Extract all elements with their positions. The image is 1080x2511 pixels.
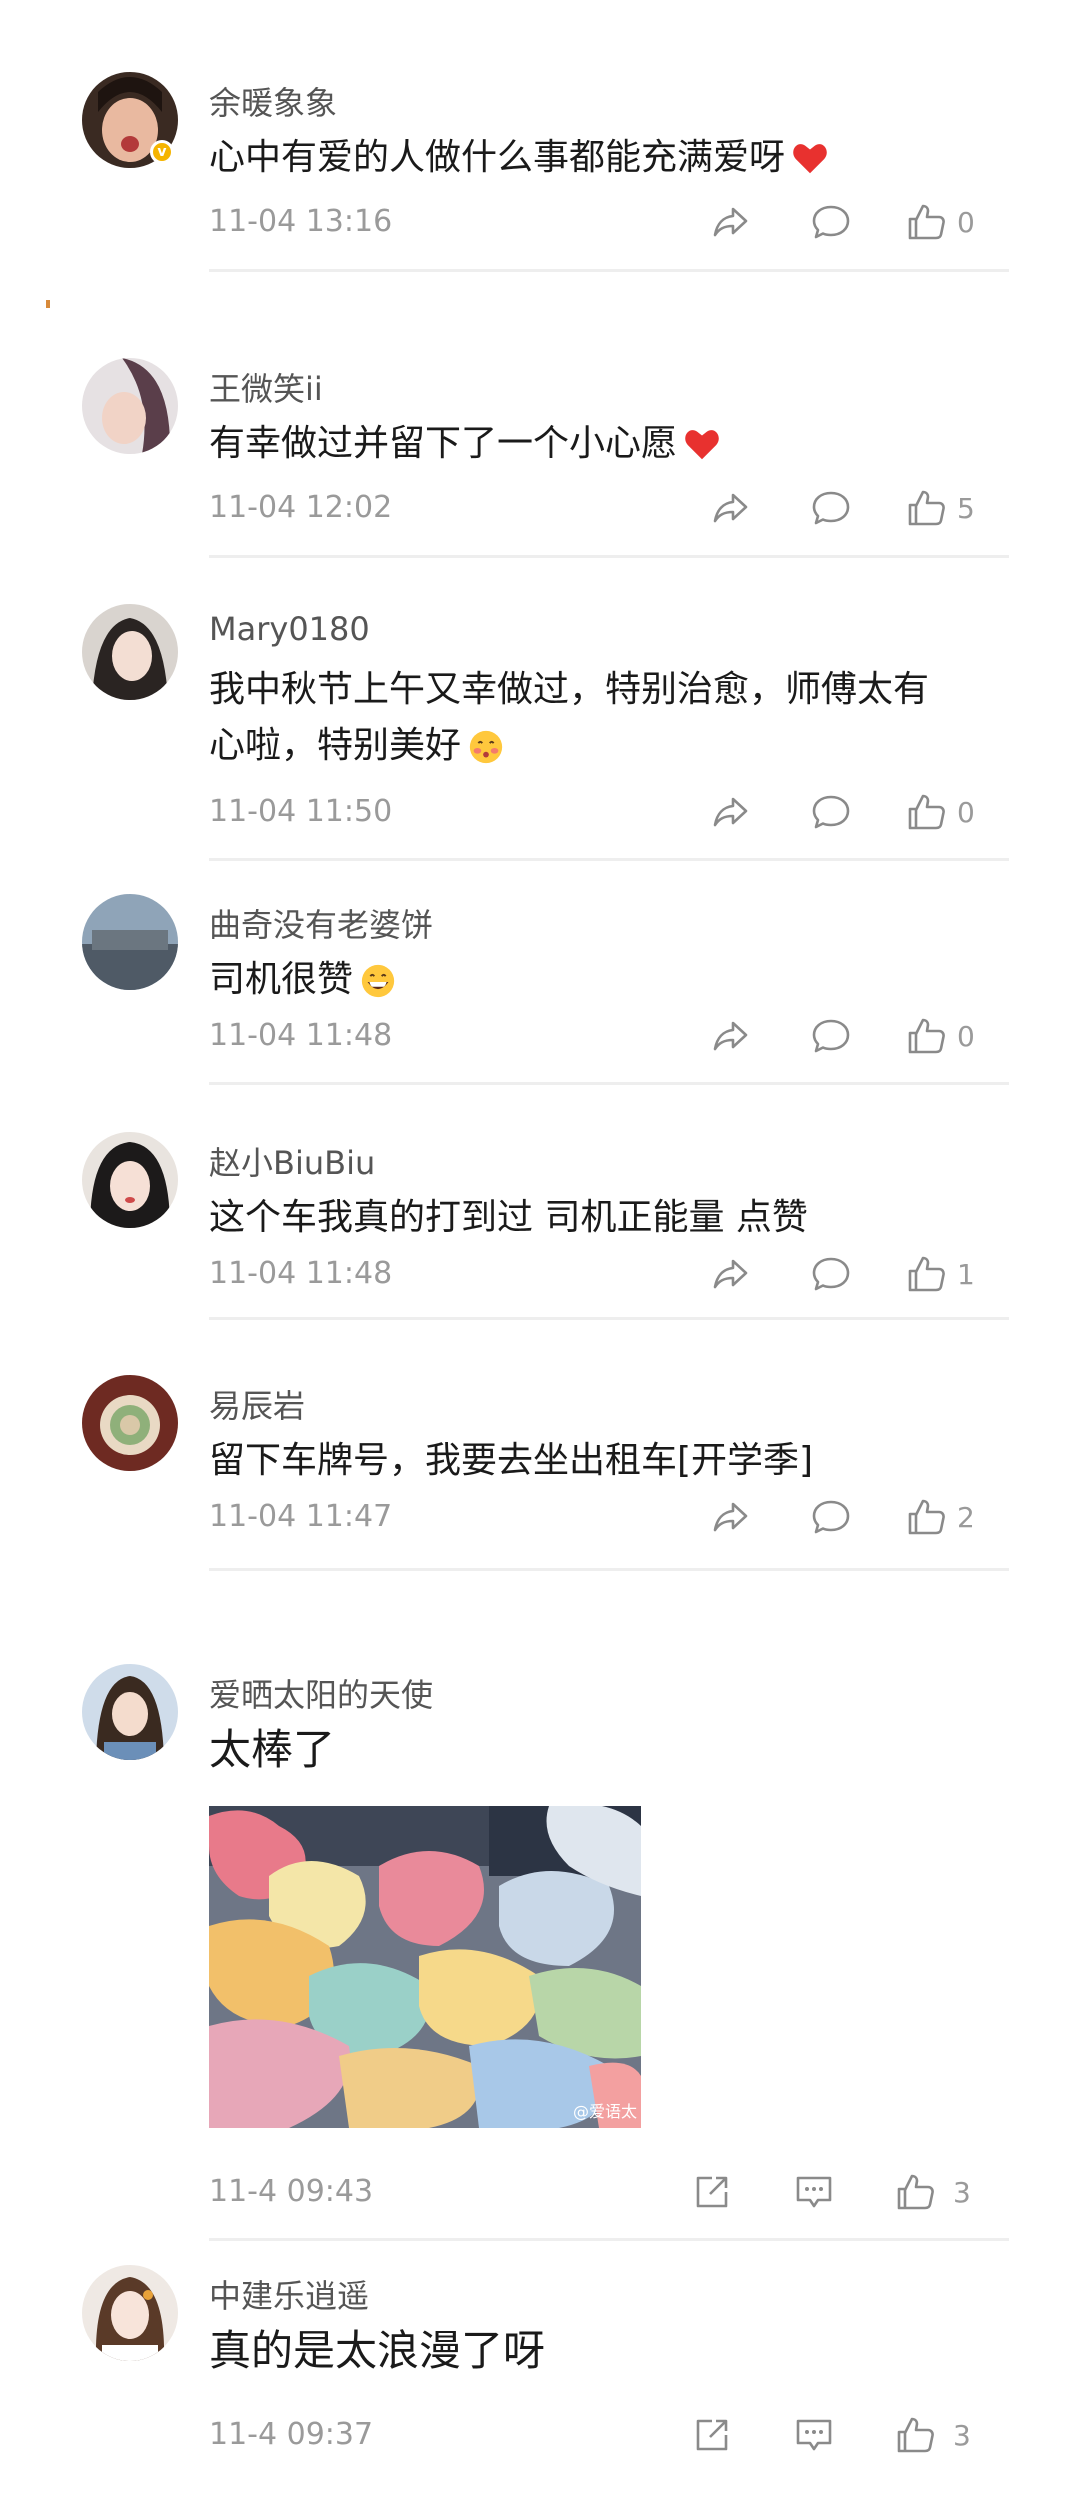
comment-text: 太棒了 bbox=[209, 1722, 1009, 1778]
like-count: 1 bbox=[957, 1258, 975, 1291]
avatar[interactable] bbox=[82, 1132, 178, 1228]
share-arrow-icon[interactable] bbox=[709, 790, 753, 834]
comment-meta: 11-04 11:50 0 bbox=[209, 790, 1009, 834]
comment-text-content: 真的是太浪漫了呀 bbox=[209, 2326, 546, 2375]
avatar[interactable] bbox=[82, 1664, 178, 1760]
share-arrow-icon[interactable] bbox=[709, 1014, 753, 1058]
comment-text: 司机很赞 bbox=[209, 952, 1009, 1008]
timestamp: 11-04 11:48 bbox=[209, 1018, 393, 1053]
comment-text-content: 这个车我真的打到过 司机正能量 点赞 bbox=[209, 1197, 808, 1238]
repost-box-icon[interactable] bbox=[690, 2170, 734, 2214]
thumbs-up-icon[interactable] bbox=[904, 200, 948, 244]
divider bbox=[209, 1317, 1009, 1320]
divider bbox=[209, 1082, 1009, 1085]
comment-feed: v 余暖象象 心中有爱的人做什么事都能充满爱呀 11-04 13:16 0 王微… bbox=[0, 0, 1080, 2511]
comment-text: 有幸做过并留下了一个小心愿 bbox=[209, 416, 1009, 472]
username[interactable]: 曲奇没有老婆饼 bbox=[209, 900, 433, 946]
stray-mark bbox=[46, 300, 50, 308]
timestamp: 11-04 11:48 bbox=[209, 1256, 393, 1291]
avatar[interactable] bbox=[82, 2265, 178, 2361]
comment-meta: 11-04 13:16 0 bbox=[209, 200, 1009, 244]
username[interactable]: 易辰岩 bbox=[209, 1381, 305, 1427]
username[interactable]: 中建乐逍遥 bbox=[209, 2271, 369, 2317]
thumbs-up-icon[interactable] bbox=[904, 1252, 948, 1296]
avatar[interactable] bbox=[82, 894, 178, 990]
comment-text-line: 心啦，特别美好 bbox=[209, 718, 1009, 774]
comment-text: 我中秋节上午又幸做过，特别治愈，师傅太有 心啦，特别美好 bbox=[209, 662, 1009, 774]
username[interactable]: 王微笑ii bbox=[209, 364, 323, 410]
thumbs-up-icon[interactable] bbox=[893, 2170, 937, 2214]
blushing-face-emoji-icon bbox=[469, 730, 503, 764]
comment-bubble-icon[interactable] bbox=[809, 200, 853, 244]
heart-emoji-icon bbox=[685, 430, 719, 460]
like-count: 0 bbox=[957, 1020, 975, 1053]
username[interactable]: 赵小BiuBiu bbox=[209, 1138, 375, 1184]
photo-watermark: @爱语太 bbox=[572, 2102, 637, 2121]
repost-box-icon[interactable] bbox=[690, 2413, 734, 2457]
timestamp: 11-04 13:16 bbox=[209, 204, 393, 239]
comment-text: 这个车我真的打到过 司机正能量 点赞 bbox=[209, 1190, 1009, 1246]
thumbs-up-icon[interactable] bbox=[893, 2413, 937, 2457]
thumbs-up-icon[interactable] bbox=[904, 1495, 948, 1539]
comment-text-content: 心中有爱的人做什么事都能充满爱呀 bbox=[209, 137, 786, 178]
username[interactable]: Mary0180 bbox=[209, 610, 370, 648]
comment-bubble-icon[interactable] bbox=[809, 1252, 853, 1296]
comment-bubble-icon[interactable] bbox=[809, 1014, 853, 1058]
comment-meta: 11-04 11:48 1 bbox=[209, 1252, 1009, 1296]
timestamp: 11-04 11:50 bbox=[209, 794, 393, 829]
comment-meta: 11-04 12:02 5 bbox=[209, 486, 1009, 530]
comment-text-content: 司机很赞 bbox=[209, 959, 354, 1000]
like-count: 0 bbox=[957, 796, 975, 829]
comment-text: 真的是太浪漫了呀 bbox=[209, 2323, 1009, 2379]
comment-text-content: 太棒了 bbox=[209, 1725, 336, 1774]
share-arrow-icon[interactable] bbox=[709, 486, 753, 530]
comment-bubble-icon[interactable] bbox=[809, 1495, 853, 1539]
grinning-face-emoji-icon bbox=[361, 964, 395, 998]
divider bbox=[209, 858, 1009, 861]
comment-photo[interactable]: @爱语太 bbox=[209, 1806, 641, 2128]
timestamp: 11-4 09:37 bbox=[209, 2417, 374, 2452]
divider bbox=[209, 1568, 1009, 1571]
share-arrow-icon[interactable] bbox=[709, 1495, 753, 1539]
comment-text: 心中有爱的人做什么事都能充满爱呀 bbox=[209, 130, 1009, 186]
comment-meta: 11-4 09:43 3 bbox=[209, 2170, 1009, 2214]
message-box-icon[interactable] bbox=[792, 2413, 836, 2457]
divider bbox=[209, 2238, 1009, 2241]
share-arrow-icon[interactable] bbox=[709, 200, 753, 244]
comment-text: 留下车牌号，我要去坐出租车[开学季] bbox=[209, 1433, 1009, 1489]
comment-text-content: 留下车牌号，我要去坐出租车[开学季] bbox=[209, 1440, 814, 1481]
comment-bubble-icon[interactable] bbox=[809, 486, 853, 530]
message-box-icon[interactable] bbox=[792, 2170, 836, 2214]
username[interactable]: 余暖象象 bbox=[209, 78, 337, 124]
timestamp: 11-04 11:47 bbox=[209, 1499, 393, 1534]
comment-bubble-icon[interactable] bbox=[809, 790, 853, 834]
timestamp: 11-4 09:43 bbox=[209, 2174, 374, 2209]
divider bbox=[209, 269, 1009, 272]
avatar[interactable] bbox=[82, 358, 178, 454]
avatar[interactable] bbox=[82, 604, 178, 700]
avatar[interactable] bbox=[82, 1375, 178, 1471]
comment-meta: 11-4 09:37 3 bbox=[209, 2413, 1009, 2457]
divider bbox=[209, 555, 1009, 558]
comment-meta: 11-04 11:47 2 bbox=[209, 1495, 1009, 1539]
like-count: 5 bbox=[957, 492, 975, 525]
thumbs-up-icon[interactable] bbox=[904, 790, 948, 834]
like-count: 3 bbox=[953, 2419, 971, 2452]
comment-text-line: 我中秋节上午又幸做过，特别治愈，师傅太有 bbox=[209, 669, 930, 710]
comment-meta: 11-04 11:48 0 bbox=[209, 1014, 1009, 1058]
username[interactable]: 爱晒太阳的天使 bbox=[209, 1670, 433, 1716]
like-count: 2 bbox=[957, 1501, 975, 1534]
thumbs-up-icon[interactable] bbox=[904, 1014, 948, 1058]
heart-emoji-icon bbox=[793, 144, 827, 174]
comment-text-content: 心啦，特别美好 bbox=[209, 725, 462, 766]
thumbs-up-icon[interactable] bbox=[904, 486, 948, 530]
like-count: 0 bbox=[957, 206, 975, 239]
timestamp: 11-04 12:02 bbox=[209, 490, 393, 525]
verified-badge-icon: v bbox=[150, 140, 174, 164]
share-arrow-icon[interactable] bbox=[709, 1252, 753, 1296]
like-count: 3 bbox=[953, 2176, 971, 2209]
comment-text-content: 有幸做过并留下了一个小心愿 bbox=[209, 423, 678, 464]
